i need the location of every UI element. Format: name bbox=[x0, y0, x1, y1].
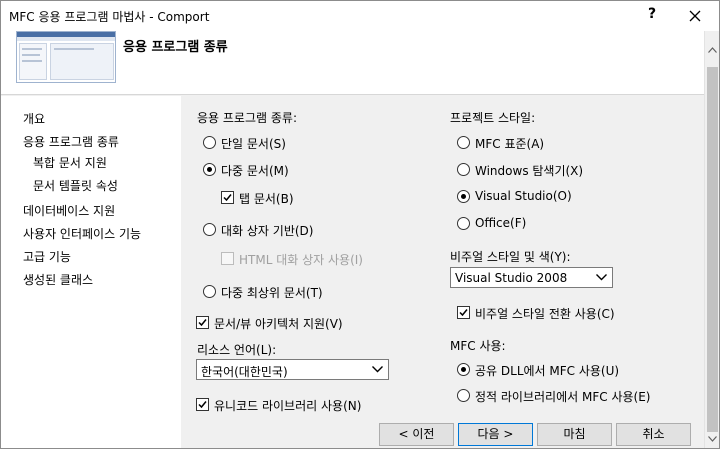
nav-item-ui-features[interactable]: 사용자 인터페이스 기능 bbox=[23, 225, 141, 242]
checkbox-checked[interactable] bbox=[196, 398, 209, 411]
radio-button[interactable] bbox=[203, 285, 216, 298]
close-icon bbox=[689, 10, 701, 22]
next-button[interactable]: 다음 > bbox=[458, 423, 533, 446]
wizard-content: 응용 프로그램 종류: 단일 문서(S) 다중 문서(M) 탭 문서(B) 대화… bbox=[182, 96, 704, 448]
nav-item-application-type[interactable]: 응용 프로그램 종류 bbox=[23, 133, 119, 150]
radio-label: Office(F) bbox=[475, 216, 527, 230]
checkbox-label: 비주얼 스타일 전환 사용(C) bbox=[475, 307, 615, 321]
checkbox-checked[interactable] bbox=[221, 191, 234, 204]
nav-item-document-template[interactable]: 문서 템플릿 속성 bbox=[33, 177, 118, 194]
radio-button-selected[interactable] bbox=[203, 163, 216, 176]
page-title: 응용 프로그램 종류 bbox=[123, 40, 228, 55]
radio-label: 대화 상자 기반(D) bbox=[221, 224, 314, 238]
checkbox-label: 유니코드 라이브러리 사용(N) bbox=[214, 399, 362, 413]
project-style-heading: 프로젝트 스타일: bbox=[450, 111, 536, 125]
radio-label: Windows 탐색기(X) bbox=[475, 164, 584, 178]
help-button[interactable]: ? bbox=[637, 6, 667, 26]
vertical-scrollbar[interactable] bbox=[704, 31, 719, 448]
checkbox-label: 탭 문서(B) bbox=[239, 192, 294, 206]
radio-button-selected[interactable] bbox=[457, 363, 470, 376]
radio-button[interactable] bbox=[203, 223, 216, 236]
radio-button[interactable] bbox=[457, 389, 470, 402]
mfc-use-label: MFC 사용: bbox=[450, 339, 506, 353]
nav-item-overview[interactable]: 개요 bbox=[23, 110, 45, 127]
finish-button[interactable]: 마침 bbox=[537, 423, 612, 446]
radio-label: 다중 문서(M) bbox=[221, 164, 289, 178]
nav-item-compound-document[interactable]: 복합 문서 지원 bbox=[33, 154, 107, 171]
radio-button[interactable] bbox=[457, 217, 470, 230]
checkmark-icon bbox=[198, 319, 207, 327]
chevron-down-icon bbox=[372, 366, 383, 373]
scrollbar-thumb[interactable] bbox=[707, 67, 718, 432]
checkbox-label: HTML 대화 상자 사용(I) bbox=[239, 253, 363, 267]
checkbox-label: 문서/뷰 아키텍처 지원(V) bbox=[214, 317, 343, 331]
scroll-up-icon[interactable] bbox=[708, 47, 717, 53]
radio-label: 다중 최상위 문서(T) bbox=[221, 286, 323, 300]
select-value: 한국어(대한민국) bbox=[201, 365, 288, 379]
radio-label: MFC 표준(A) bbox=[475, 137, 545, 151]
checkmark-icon bbox=[198, 401, 207, 409]
radio-button-selected[interactable] bbox=[457, 190, 470, 203]
wizard-nav: 개요 응용 프로그램 종류 복합 문서 지원 문서 템플릿 속성 데이터베이스 … bbox=[1, 96, 181, 448]
title-bar: MFC 응용 프로그램 마법사 - Comport ? bbox=[1, 1, 719, 31]
radio-label: 공유 DLL에서 MFC 사용(U) bbox=[475, 364, 620, 378]
radio-button[interactable] bbox=[457, 163, 470, 176]
nav-item-database-support[interactable]: 데이터베이스 지원 bbox=[23, 202, 115, 219]
checkmark-icon bbox=[223, 194, 232, 202]
resource-language-label: 리소스 언어(L): bbox=[197, 343, 277, 357]
radio-button[interactable] bbox=[457, 136, 470, 149]
radio-label: Visual Studio(O) bbox=[475, 189, 572, 203]
select-value: Visual Studio 2008 bbox=[455, 271, 568, 285]
previous-button[interactable]: < 이전 bbox=[379, 423, 454, 446]
radio-button[interactable] bbox=[203, 136, 216, 149]
nav-item-generated-classes[interactable]: 생성된 클래스 bbox=[23, 271, 93, 288]
resource-language-select[interactable]: 한국어(대한민국) bbox=[196, 359, 389, 380]
checkbox-disabled bbox=[221, 252, 234, 265]
window-title: MFC 응용 프로그램 마법사 - Comport bbox=[9, 10, 210, 24]
radio-label: 단일 문서(S) bbox=[221, 137, 286, 151]
wizard-window: MFC 응용 프로그램 마법사 - Comport ? 응용 프로그램 종류 개… bbox=[0, 0, 720, 449]
checkbox-checked[interactable] bbox=[196, 316, 209, 329]
radio-label: 정적 라이브러리에서 MFC 사용(E) bbox=[475, 390, 651, 404]
close-button[interactable] bbox=[681, 4, 711, 28]
visual-style-select[interactable]: Visual Studio 2008 bbox=[450, 267, 613, 288]
scroll-down-icon[interactable] bbox=[708, 436, 717, 442]
checkbox-checked[interactable] bbox=[457, 306, 470, 319]
checkmark-icon bbox=[459, 309, 468, 317]
app-type-heading: 응용 프로그램 종류: bbox=[197, 111, 297, 125]
cancel-button[interactable]: 취소 bbox=[616, 423, 691, 446]
visual-style-label: 비주얼 스타일 및 색(Y): bbox=[450, 250, 571, 264]
chevron-down-icon bbox=[596, 274, 607, 281]
nav-item-advanced-features[interactable]: 고급 기능 bbox=[23, 248, 71, 265]
app-preview-image bbox=[16, 31, 116, 83]
wizard-header: 응용 프로그램 종류 bbox=[1, 31, 719, 95]
